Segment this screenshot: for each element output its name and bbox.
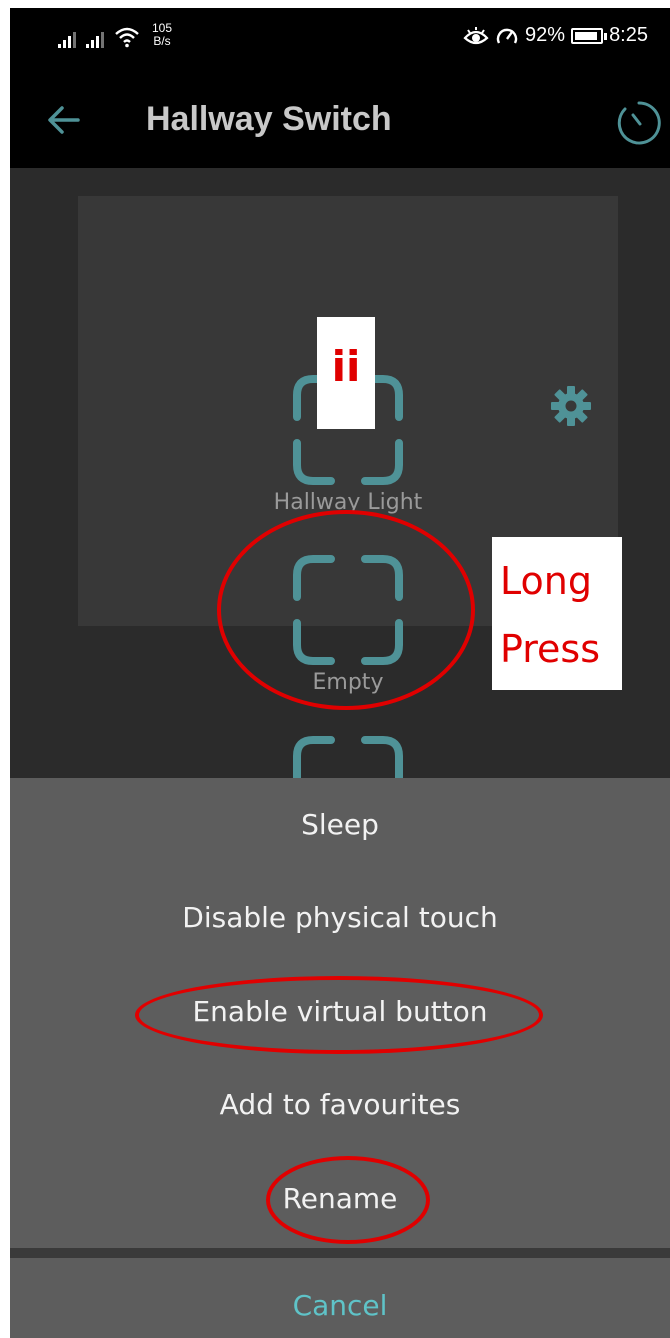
menu-item-disable-physical-touch[interactable]: Disable physical touch — [10, 873, 670, 963]
speedometer-icon — [496, 28, 518, 44]
signal-icon — [58, 32, 76, 48]
battery-fill — [575, 31, 597, 40]
app-bar: Hallway Switch — [10, 70, 670, 168]
annotation-ring-enable-virtual-button — [135, 976, 543, 1054]
status-right: 92% 8:25 — [463, 24, 648, 47]
status-bar: 105 B/s 92% 8:25 — [10, 8, 670, 70]
annotation-step-label: ii — [317, 317, 375, 429]
network-speed-unit: B/s — [153, 34, 171, 48]
eye-comfort-icon — [463, 26, 489, 44]
page-title: Hallway Switch — [146, 100, 392, 138]
menu-item-sleep[interactable]: Sleep — [10, 780, 670, 870]
wifi-icon — [115, 27, 139, 48]
gear-icon[interactable] — [548, 383, 594, 429]
timer-icon[interactable] — [614, 98, 664, 148]
battery-percentage: 92% — [525, 24, 566, 46]
status-left: 105 B/s — [58, 22, 172, 48]
network-speed: 105 B/s — [152, 22, 172, 48]
battery-icon — [571, 27, 608, 44]
signal-icon — [86, 32, 104, 48]
annotation-ring-empty-button — [217, 510, 475, 710]
arrow-left-icon[interactable] — [42, 98, 86, 142]
cancel-button[interactable]: Cancel — [10, 1258, 670, 1338]
menu-item-add-to-favourites[interactable]: Add to favourites — [10, 1060, 670, 1150]
phone-screen: 105 B/s 92% 8:25 Hallway Switch Hallway … — [10, 8, 670, 1338]
sheet-divider — [10, 1248, 670, 1258]
annotation-ring-rename — [266, 1156, 430, 1244]
annotation-instruction-line2: Press — [500, 627, 601, 671]
clock: 8:25 — [609, 24, 648, 46]
annotation-instruction-line1: Long — [500, 559, 592, 603]
annotation-instruction: Long Press — [492, 537, 622, 690]
